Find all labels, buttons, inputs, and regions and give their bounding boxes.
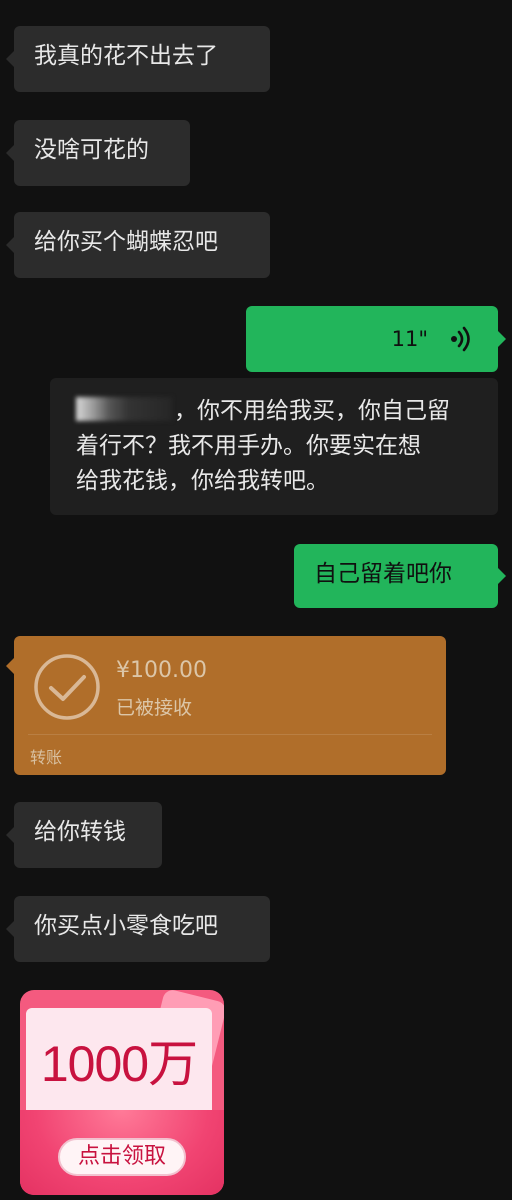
redacted-name <box>76 397 172 421</box>
message-text: 你买点小零食吃吧 <box>34 913 218 939</box>
message-bubble-incoming[interactable]: 你买点小零食吃吧 <box>6 896 270 962</box>
message-bubble-incoming[interactable]: 没啥可花的 <box>6 120 190 186</box>
message-bubble-incoming[interactable]: 给你转钱 <box>6 802 162 868</box>
message-text: 没啥可花的 <box>34 137 149 163</box>
transfer-label: 转账 <box>30 748 63 767</box>
voice-transcript[interactable]: ，你不用给我买，你自己留 着行不？我不用手办。你要实在想 给我花钱，你给我转吧。 <box>50 378 498 515</box>
transcript-line: 给我花钱，你给我转吧。 <box>76 468 329 494</box>
message-text: 给你转钱 <box>34 819 126 845</box>
transfer-amount: ¥100.00 <box>116 658 207 683</box>
transcript-line: 着行不？我不用手办。你要实在想 <box>76 433 421 459</box>
red-packet-amount: 1000万 <box>40 1036 198 1092</box>
voice-duration: 11" <box>391 327 428 351</box>
transcript-line: ，你不用给我买，你自己留 <box>76 394 474 429</box>
message-bubble-incoming[interactable]: 我真的花不出去了 <box>6 26 270 92</box>
voice-wave-icon <box>451 326 470 352</box>
check-circle-icon <box>34 654 100 720</box>
message-text: 给你买个蝴蝶忍吧 <box>34 229 218 255</box>
divider <box>28 734 432 735</box>
message-text: 我真的花不出去了 <box>34 43 218 69</box>
message-bubble-incoming[interactable]: 给你买个蝴蝶忍吧 <box>6 212 270 278</box>
message-text: 自己留着吧你 <box>314 561 452 587</box>
message-bubble-outgoing[interactable]: 自己留着吧你 <box>294 544 506 608</box>
transfer-card[interactable]: ¥100.00 已被接收 转账 <box>6 636 446 775</box>
voice-message-bubble[interactable]: 11" <box>246 306 506 372</box>
claim-button[interactable]: 点击领取 <box>58 1138 186 1176</box>
transfer-status: 已被接收 <box>116 697 193 719</box>
red-packet-sticker[interactable]: 1000万 点击领取 <box>20 990 224 1195</box>
